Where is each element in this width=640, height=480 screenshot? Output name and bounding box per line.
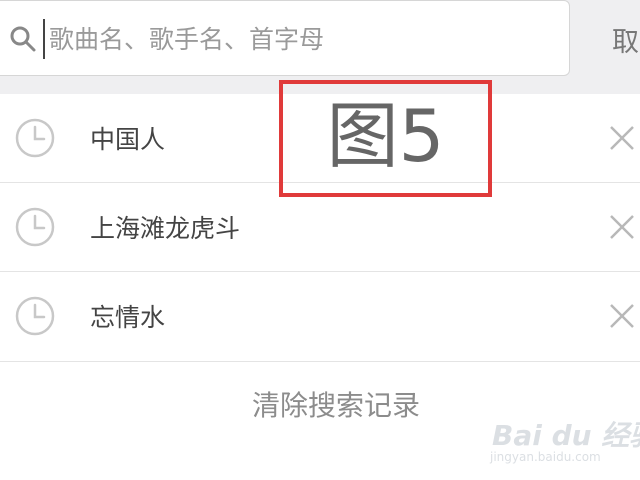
search-icon xyxy=(10,26,36,52)
history-item-label: 上海滩龙虎斗 xyxy=(90,214,241,243)
clock-icon xyxy=(15,207,55,247)
history-item[interactable]: 忘情水 xyxy=(0,272,640,362)
close-icon[interactable] xyxy=(608,213,636,241)
watermark-logo: Bai du 经验 xyxy=(492,419,640,452)
annotation-label: 图5 xyxy=(326,94,445,178)
watermark-url: jingyan.baidu.com xyxy=(490,450,601,464)
clock-icon xyxy=(15,118,55,158)
search-input[interactable] xyxy=(43,19,549,59)
cancel-button[interactable]: 取消 xyxy=(612,20,640,59)
history-item-label: 中国人 xyxy=(90,125,166,154)
close-icon[interactable] xyxy=(608,302,636,330)
annotation-box: 图5 xyxy=(279,80,492,197)
clock-icon xyxy=(15,296,55,336)
watermark: Bai du 经验 jingyan.baidu.com xyxy=(484,410,640,470)
close-icon[interactable] xyxy=(608,124,636,152)
search-box[interactable] xyxy=(0,0,570,76)
history-item-label: 忘情水 xyxy=(90,303,166,332)
